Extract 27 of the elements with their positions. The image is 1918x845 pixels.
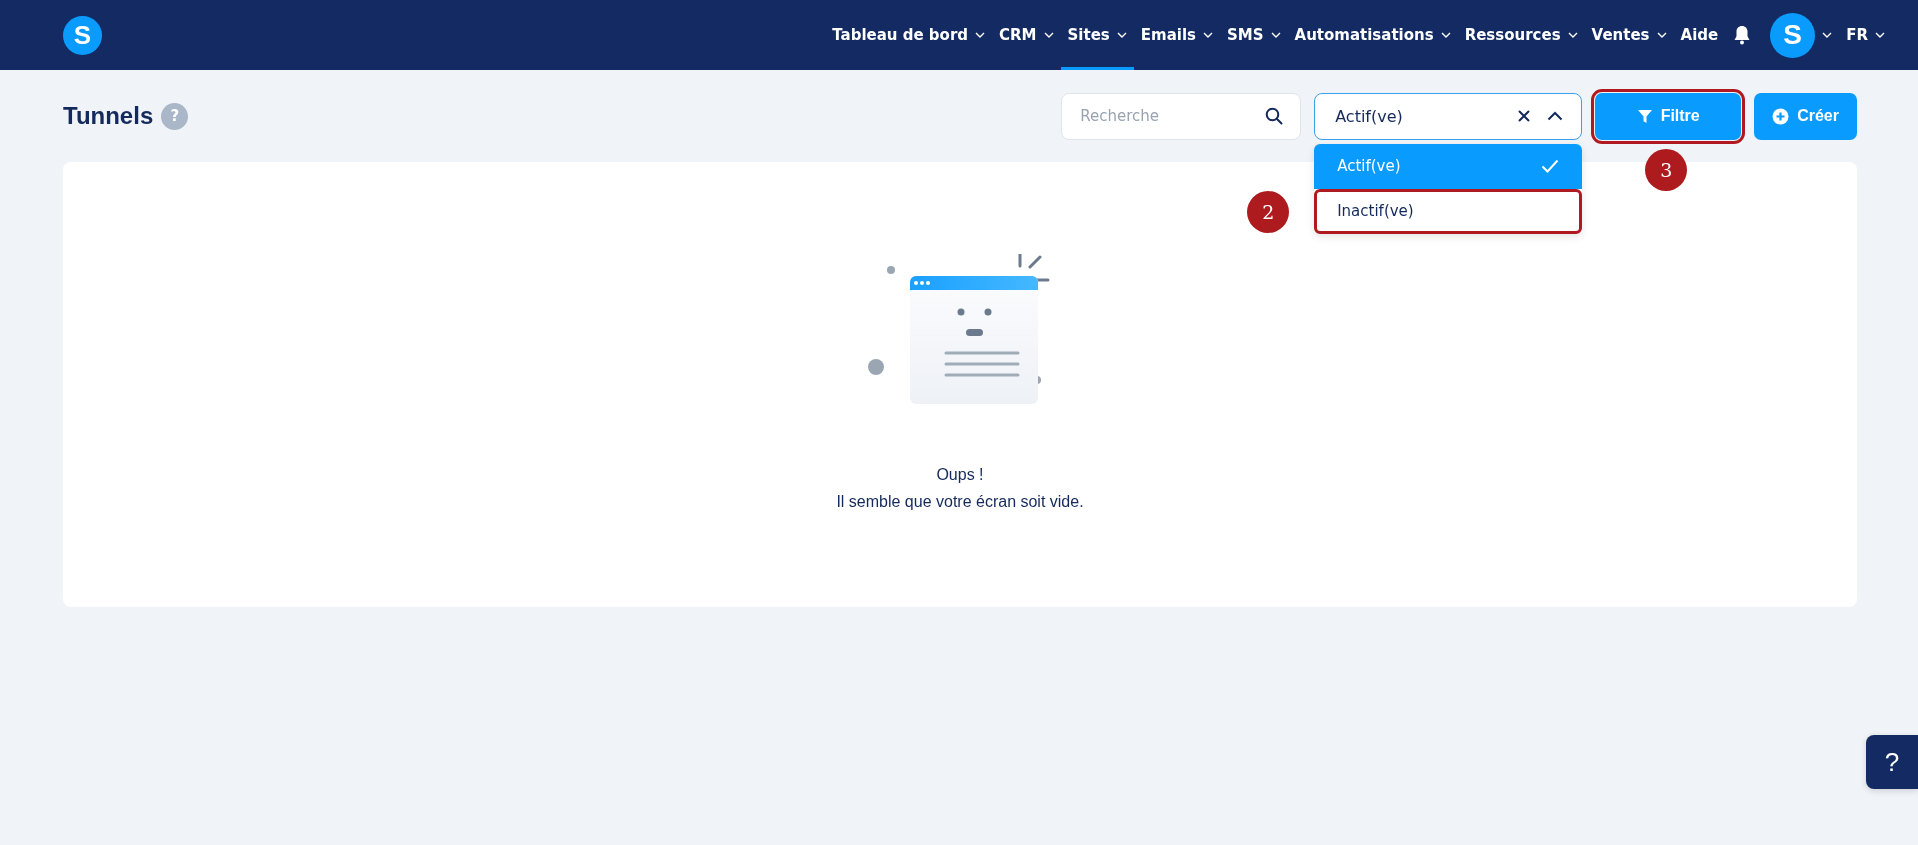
plus-circle-icon: [1772, 107, 1790, 125]
caret-icon: [1875, 32, 1885, 38]
nav-menu-item[interactable]: Emails: [1133, 0, 1220, 70]
search-field[interactable]: Recherche: [1061, 92, 1302, 140]
dropdown-option[interactable]: Inactif(ve): [1314, 188, 1583, 234]
help-button[interactable]: ?: [1866, 735, 1918, 789]
nav-menu-item[interactable]: Tableau de bord: [825, 0, 993, 70]
nav-menu-item[interactable]: CRM: [992, 0, 1061, 70]
nav-menu-item[interactable]: Ventes: [1584, 0, 1674, 70]
step-number-badge: 3: [1645, 148, 1688, 191]
nav-menu-item[interactable]: Automatisations: [1287, 0, 1458, 70]
search-icon: [1265, 106, 1284, 125]
nav-menu-item[interactable]: Sites: [1060, 0, 1134, 70]
caret-icon: [1822, 32, 1833, 38]
empty-state-title: Oups !: [936, 466, 984, 484]
bell-icon: [1733, 25, 1752, 45]
page-title: Tunnels: [63, 102, 154, 130]
nav-menu-item[interactable]: Aide: [1673, 0, 1726, 70]
filter-icon: [1636, 108, 1653, 124]
chevron-icon: [1547, 111, 1564, 121]
nav-menu-item[interactable]: Ressources: [1457, 0, 1585, 70]
empty-state-message: Il semble que votre écran soit vide.: [836, 493, 1084, 511]
language-menu[interactable]: FR: [1839, 0, 1892, 70]
clear-icon: [1517, 109, 1532, 123]
status-select[interactable]: Actif(ve): [1314, 92, 1583, 140]
nav-menu-item[interactable]: SMS: [1220, 0, 1288, 70]
checkmark-icon: [1541, 159, 1560, 173]
